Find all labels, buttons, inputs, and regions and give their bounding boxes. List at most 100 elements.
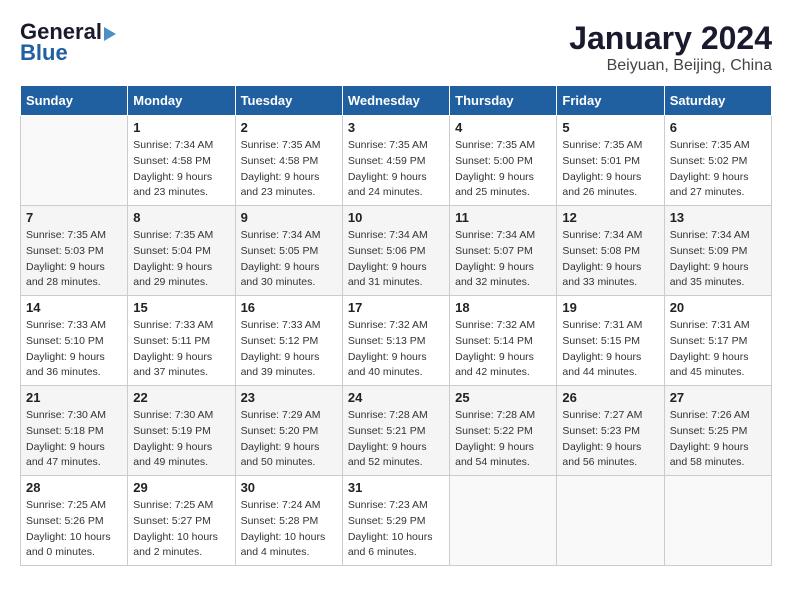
header-row: SundayMondayTuesdayWednesdayThursdayFrid… [21, 86, 772, 116]
day-cell: 14 Sunrise: 7:33 AMSunset: 5:10 PMDaylig… [21, 296, 128, 386]
day-cell: 13 Sunrise: 7:34 AMSunset: 5:09 PMDaylig… [664, 206, 771, 296]
day-info: Sunrise: 7:30 AMSunset: 5:18 PMDaylight:… [26, 408, 122, 471]
day-cell: 7 Sunrise: 7:35 AMSunset: 5:03 PMDayligh… [21, 206, 128, 296]
day-info: Sunrise: 7:28 AMSunset: 5:22 PMDaylight:… [455, 408, 551, 471]
day-cell: 19 Sunrise: 7:31 AMSunset: 5:15 PMDaylig… [557, 296, 664, 386]
day-info: Sunrise: 7:27 AMSunset: 5:23 PMDaylight:… [562, 408, 658, 471]
day-number: 10 [348, 210, 444, 225]
day-info: Sunrise: 7:34 AMSunset: 4:58 PMDaylight:… [133, 138, 229, 201]
day-number: 14 [26, 300, 122, 315]
day-number: 5 [562, 120, 658, 135]
day-number: 23 [241, 390, 337, 405]
day-number: 4 [455, 120, 551, 135]
week-row-4: 28 Sunrise: 7:25 AMSunset: 5:26 PMDaylig… [21, 476, 772, 566]
day-cell: 26 Sunrise: 7:27 AMSunset: 5:23 PMDaylig… [557, 386, 664, 476]
day-cell: 11 Sunrise: 7:34 AMSunset: 5:07 PMDaylig… [450, 206, 557, 296]
day-cell: 22 Sunrise: 7:30 AMSunset: 5:19 PMDaylig… [128, 386, 235, 476]
day-cell: 10 Sunrise: 7:34 AMSunset: 5:06 PMDaylig… [342, 206, 449, 296]
day-number: 3 [348, 120, 444, 135]
day-info: Sunrise: 7:31 AMSunset: 5:17 PMDaylight:… [670, 318, 766, 381]
day-cell: 28 Sunrise: 7:25 AMSunset: 5:26 PMDaylig… [21, 476, 128, 566]
day-info: Sunrise: 7:24 AMSunset: 5:28 PMDaylight:… [241, 498, 337, 561]
day-info: Sunrise: 7:35 AMSunset: 5:03 PMDaylight:… [26, 228, 122, 291]
day-cell: 2 Sunrise: 7:35 AMSunset: 4:58 PMDayligh… [235, 116, 342, 206]
logo-blue: Blue [20, 40, 68, 66]
day-cell: 12 Sunrise: 7:34 AMSunset: 5:08 PMDaylig… [557, 206, 664, 296]
day-number: 6 [670, 120, 766, 135]
day-number: 24 [348, 390, 444, 405]
week-row-0: 1 Sunrise: 7:34 AMSunset: 4:58 PMDayligh… [21, 116, 772, 206]
day-info: Sunrise: 7:26 AMSunset: 5:25 PMDaylight:… [670, 408, 766, 471]
day-cell: 17 Sunrise: 7:32 AMSunset: 5:13 PMDaylig… [342, 296, 449, 386]
day-number: 1 [133, 120, 229, 135]
day-cell [21, 116, 128, 206]
day-number: 16 [241, 300, 337, 315]
day-number: 30 [241, 480, 337, 495]
day-number: 26 [562, 390, 658, 405]
day-number: 8 [133, 210, 229, 225]
day-number: 19 [562, 300, 658, 315]
day-cell: 8 Sunrise: 7:35 AMSunset: 5:04 PMDayligh… [128, 206, 235, 296]
day-number: 25 [455, 390, 551, 405]
day-info: Sunrise: 7:25 AMSunset: 5:27 PMDaylight:… [133, 498, 229, 561]
day-info: Sunrise: 7:23 AMSunset: 5:29 PMDaylight:… [348, 498, 444, 561]
day-number: 27 [670, 390, 766, 405]
header-cell-friday: Friday [557, 86, 664, 116]
day-number: 28 [26, 480, 122, 495]
day-cell: 15 Sunrise: 7:33 AMSunset: 5:11 PMDaylig… [128, 296, 235, 386]
week-row-2: 14 Sunrise: 7:33 AMSunset: 5:10 PMDaylig… [21, 296, 772, 386]
day-info: Sunrise: 7:30 AMSunset: 5:19 PMDaylight:… [133, 408, 229, 471]
day-info: Sunrise: 7:32 AMSunset: 5:14 PMDaylight:… [455, 318, 551, 381]
day-cell: 1 Sunrise: 7:34 AMSunset: 4:58 PMDayligh… [128, 116, 235, 206]
calendar-header: SundayMondayTuesdayWednesdayThursdayFrid… [21, 86, 772, 116]
day-number: 21 [26, 390, 122, 405]
day-cell: 3 Sunrise: 7:35 AMSunset: 4:59 PMDayligh… [342, 116, 449, 206]
day-number: 7 [26, 210, 122, 225]
day-info: Sunrise: 7:34 AMSunset: 5:08 PMDaylight:… [562, 228, 658, 291]
day-cell [664, 476, 771, 566]
day-number: 17 [348, 300, 444, 315]
day-info: Sunrise: 7:35 AMSunset: 4:58 PMDaylight:… [241, 138, 337, 201]
day-cell: 20 Sunrise: 7:31 AMSunset: 5:17 PMDaylig… [664, 296, 771, 386]
day-cell: 21 Sunrise: 7:30 AMSunset: 5:18 PMDaylig… [21, 386, 128, 476]
day-info: Sunrise: 7:34 AMSunset: 5:09 PMDaylight:… [670, 228, 766, 291]
logo-arrow-icon [104, 27, 116, 41]
day-cell: 5 Sunrise: 7:35 AMSunset: 5:01 PMDayligh… [557, 116, 664, 206]
header-cell-wednesday: Wednesday [342, 86, 449, 116]
day-info: Sunrise: 7:25 AMSunset: 5:26 PMDaylight:… [26, 498, 122, 561]
day-cell: 6 Sunrise: 7:35 AMSunset: 5:02 PMDayligh… [664, 116, 771, 206]
day-cell: 30 Sunrise: 7:24 AMSunset: 5:28 PMDaylig… [235, 476, 342, 566]
header-cell-saturday: Saturday [664, 86, 771, 116]
day-info: Sunrise: 7:34 AMSunset: 5:05 PMDaylight:… [241, 228, 337, 291]
header-cell-tuesday: Tuesday [235, 86, 342, 116]
day-number: 20 [670, 300, 766, 315]
day-number: 15 [133, 300, 229, 315]
day-number: 13 [670, 210, 766, 225]
header-cell-sunday: Sunday [21, 86, 128, 116]
day-number: 29 [133, 480, 229, 495]
day-number: 22 [133, 390, 229, 405]
day-info: Sunrise: 7:33 AMSunset: 5:10 PMDaylight:… [26, 318, 122, 381]
day-number: 12 [562, 210, 658, 225]
day-info: Sunrise: 7:34 AMSunset: 5:06 PMDaylight:… [348, 228, 444, 291]
day-cell [557, 476, 664, 566]
day-info: Sunrise: 7:29 AMSunset: 5:20 PMDaylight:… [241, 408, 337, 471]
day-cell: 16 Sunrise: 7:33 AMSunset: 5:12 PMDaylig… [235, 296, 342, 386]
day-info: Sunrise: 7:35 AMSunset: 5:02 PMDaylight:… [670, 138, 766, 201]
day-cell: 29 Sunrise: 7:25 AMSunset: 5:27 PMDaylig… [128, 476, 235, 566]
day-cell: 23 Sunrise: 7:29 AMSunset: 5:20 PMDaylig… [235, 386, 342, 476]
day-info: Sunrise: 7:28 AMSunset: 5:21 PMDaylight:… [348, 408, 444, 471]
month-title: January 2024 [569, 20, 772, 57]
location: Beiyuan, Beijing, China [569, 57, 772, 75]
day-info: Sunrise: 7:32 AMSunset: 5:13 PMDaylight:… [348, 318, 444, 381]
day-number: 11 [455, 210, 551, 225]
week-row-1: 7 Sunrise: 7:35 AMSunset: 5:03 PMDayligh… [21, 206, 772, 296]
title-block: January 2024 Beiyuan, Beijing, China [569, 20, 772, 75]
day-cell: 4 Sunrise: 7:35 AMSunset: 5:00 PMDayligh… [450, 116, 557, 206]
day-info: Sunrise: 7:35 AMSunset: 5:00 PMDaylight:… [455, 138, 551, 201]
day-number: 9 [241, 210, 337, 225]
day-cell: 25 Sunrise: 7:28 AMSunset: 5:22 PMDaylig… [450, 386, 557, 476]
day-cell: 24 Sunrise: 7:28 AMSunset: 5:21 PMDaylig… [342, 386, 449, 476]
page-header: General Blue January 2024 Beiyuan, Beiji… [20, 20, 772, 75]
day-info: Sunrise: 7:31 AMSunset: 5:15 PMDaylight:… [562, 318, 658, 381]
